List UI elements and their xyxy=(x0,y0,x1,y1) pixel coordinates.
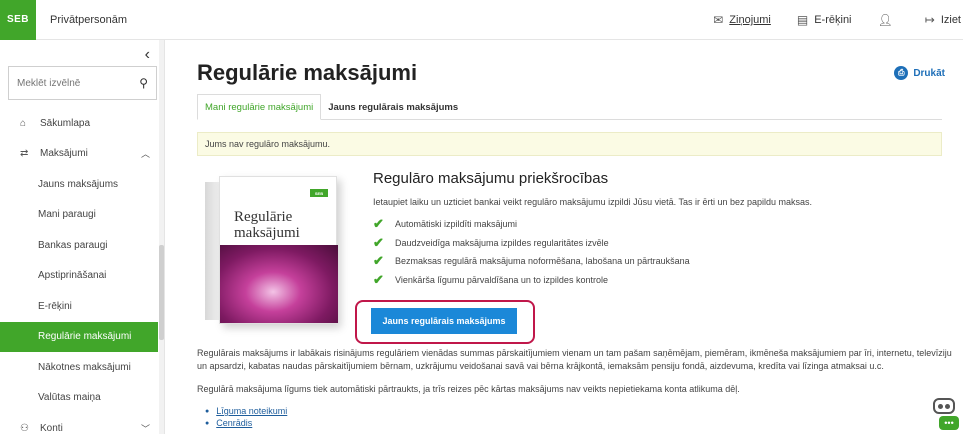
robot-eye xyxy=(938,404,943,409)
feature-text: Automātiski izpildīti maksājumi xyxy=(395,219,518,230)
product-box-title-line1: Regulārie xyxy=(234,209,293,225)
sidebar-item-new-payment[interactable]: Jauns maksājums xyxy=(0,169,158,200)
sidebar-item-einvoices[interactable]: E-rēķini xyxy=(0,291,158,322)
profile-link[interactable]: 👤︎ xyxy=(878,13,899,27)
info-paragraph: Regulārais maksājums ir labākais risināj… xyxy=(197,348,952,371)
sidebar-item-future-payments[interactable]: Nākotnes maksājumi xyxy=(0,352,158,383)
einvoices-label: E-rēķini xyxy=(814,14,852,26)
sidebar-item-label: Mani paraugi xyxy=(38,209,96,221)
feature-item: ✔ Automātiski izpildīti maksājumi xyxy=(373,215,933,234)
feature-text: Vienkārša līgumu pārvaldīšana un to izpi… xyxy=(395,274,608,285)
link-label: Līguma noteikumi xyxy=(216,406,288,416)
collapse-sidebar-button[interactable]: ‹ xyxy=(145,46,150,64)
bullet-icon: ● xyxy=(205,419,210,427)
sidebar-item-bank-templates[interactable]: Bankas paraugi xyxy=(0,230,158,261)
menu-search-input[interactable] xyxy=(17,77,127,89)
new-regular-payment-button[interactable]: Jauns regulārais maksājums xyxy=(371,308,517,334)
sidebar-item-accounts[interactable]: ⚇ Konti ﹀ xyxy=(0,413,158,444)
feature-text: Daudzveidīga maksājuma izpildes regulari… xyxy=(395,237,609,248)
chevron-down-icon: ﹀ xyxy=(140,423,150,434)
messages-link[interactable]: ✉ Ziņojumi xyxy=(713,13,771,27)
top-right-links: ✉ Ziņojumi ▤ E-rēķini 👤︎ ↦ Iziet xyxy=(687,0,963,40)
link-label: Cenrādis xyxy=(216,418,253,428)
sidebar-scrollbar-track[interactable] xyxy=(159,40,164,434)
logout-label: Iziet xyxy=(940,14,961,26)
product-box-image: SEB Regulārie maksājumi xyxy=(199,168,359,328)
robot-eye xyxy=(945,404,950,409)
print-button[interactable]: ⎙ Drukāt xyxy=(894,66,945,80)
sidebar-item-label: Sākumlapa xyxy=(40,117,91,129)
sidebar-item-payments[interactable]: ⇄ Maksājumi ︿ xyxy=(0,139,158,170)
tab-my-regular-payments[interactable]: Mani regulārie maksājumi xyxy=(197,94,322,120)
tab-new-regular-payment[interactable]: Jauns regulārais maksājums xyxy=(321,94,465,120)
sidebar-item-label: Bankas paraugi xyxy=(38,239,108,251)
sidebar-item-label: Valūtas maiņa xyxy=(38,392,101,404)
checkmark-icon: ✔ xyxy=(373,253,384,269)
sidebar-item-label: Nākotnes maksājumi xyxy=(38,361,131,373)
sidebar-item-regular-payments[interactable]: Regulārie maksājumi xyxy=(0,321,158,352)
sidebar-scrollbar-thumb[interactable] xyxy=(159,245,164,340)
section-label[interactable]: Privātpersonām xyxy=(50,14,127,26)
sidebar-item-home[interactable]: ⌂ Sākumlapa xyxy=(0,108,158,139)
page-title: Regulārie maksājumi xyxy=(197,60,418,85)
accounts-icon: ⚇ xyxy=(20,422,29,434)
sidebar-nav: ⌂ Sākumlapa ⇄ Maksājumi ︿ Jauns maksājum… xyxy=(0,108,158,444)
top-bar: SEB Privātpersonām ✉ Ziņojumi ▤ E-rēķini… xyxy=(0,0,963,40)
product-box-title-line2: maksājumi xyxy=(234,225,300,241)
envelope-icon: ✉ xyxy=(713,13,724,27)
feature-item: ✔ Daudzveidīga maksājuma izpildes regula… xyxy=(373,234,933,253)
feature-item: ✔ Vienkārša līgumu pārvaldīšana un to iz… xyxy=(373,271,933,290)
robot-icon xyxy=(933,398,955,414)
tab-bar: Mani regulārie maksājumi Jauns regulārai… xyxy=(197,94,942,120)
sidebar-item-label: Apstiprināšanai xyxy=(38,270,107,282)
print-icon: ⎙ xyxy=(894,66,909,80)
main-content: Regulārie maksājumi ⎙ Drukāt Mani regulā… xyxy=(165,40,963,434)
messages-label: Ziņojumi xyxy=(729,14,771,26)
notice-banner: Jums nav regulāro maksājumu. xyxy=(197,132,942,156)
search-icon[interactable]: ⚲ xyxy=(139,76,148,90)
sidebar-item-my-templates[interactable]: Mani paraugi xyxy=(0,200,158,231)
info-paragraph-termination: Regulārā maksājuma līgums tiek automātis… xyxy=(197,384,740,394)
logout-icon: ↦ xyxy=(924,13,935,27)
chevron-up-icon: ︿ xyxy=(140,149,150,160)
user-icon: 👤︎ xyxy=(877,13,893,27)
checkmark-icon: ✔ xyxy=(373,216,384,232)
features-list: ✔ Automātiski izpildīti maksājumi ✔ Daud… xyxy=(373,215,933,289)
product-box-title: Regulārie maksājumi xyxy=(234,209,300,241)
chat-bubble-icon: ••• xyxy=(939,416,959,430)
sidebar-item-for-approval[interactable]: Apstiprināšanai xyxy=(0,261,158,292)
sidebar-item-label: Konti xyxy=(40,422,63,434)
home-icon: ⌂ xyxy=(20,117,27,129)
flower-image xyxy=(220,245,338,323)
sidebar-item-currency-exchange[interactable]: Valūtas maiņa xyxy=(0,383,158,414)
sidebar-item-label: Jauns maksājums xyxy=(38,178,119,190)
product-box-front: SEB Regulārie maksājumi xyxy=(219,176,338,324)
feature-item: ✔ Bezmaksas regulārā maksājuma noformēša… xyxy=(373,252,933,271)
menu-search-box: ⚲ xyxy=(8,66,157,100)
logout-link[interactable]: ↦ Iziet xyxy=(925,13,961,27)
sidebar-item-label: Regulārie maksājumi xyxy=(38,331,132,343)
document-links: ● Līguma noteikumi ● Cenrādis xyxy=(205,405,287,429)
features-section: Regulāro maksājumu priekšrocības Ietaupi… xyxy=(373,170,933,289)
product-box-logo: SEB xyxy=(310,189,328,197)
features-description: Ietaupiet laiku un uzticiet bankai veikt… xyxy=(373,197,813,207)
sidebar-item-label: Maksājumi xyxy=(40,148,88,160)
bullet-icon: ● xyxy=(205,407,210,415)
link-agreement-terms[interactable]: ● Līguma noteikumi xyxy=(205,405,287,417)
features-title: Regulāro maksājumu priekšrocības xyxy=(373,170,609,187)
print-label: Drukāt xyxy=(913,67,945,79)
link-price-list[interactable]: ● Cenrādis xyxy=(205,417,287,429)
sidebar: ‹ ⚲ ⌂ Sākumlapa ⇄ Maksājumi ︿ Jauns maks… xyxy=(0,40,165,434)
payments-icon: ⇄ xyxy=(20,148,29,160)
seb-logo[interactable]: SEB xyxy=(0,0,36,40)
feature-text: Bezmaksas regulārā maksājuma noformēšana… xyxy=(395,256,690,267)
checkmark-icon: ✔ xyxy=(373,234,384,250)
chatbot-button[interactable]: ••• xyxy=(931,398,959,432)
document-icon: ▤ xyxy=(796,13,809,27)
sidebar-item-label: E-rēķini xyxy=(38,300,72,312)
checkmark-icon: ✔ xyxy=(373,271,384,287)
einvoices-link[interactable]: ▤ E-rēķini xyxy=(797,13,852,27)
